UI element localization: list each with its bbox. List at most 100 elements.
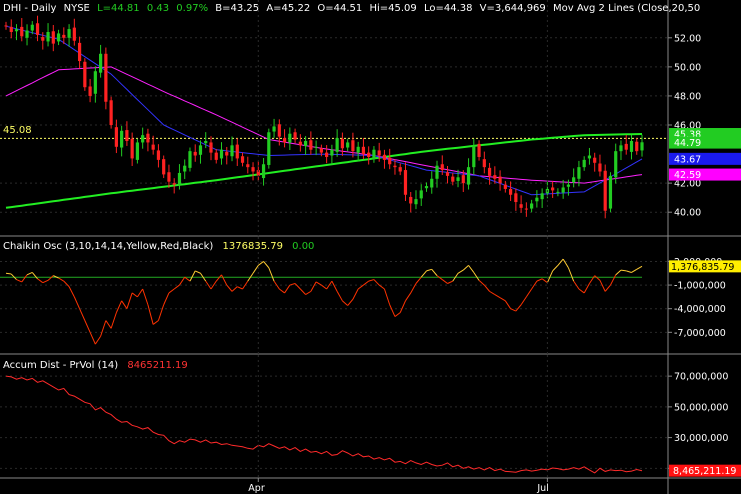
candle-down xyxy=(461,175,465,184)
candle-down xyxy=(603,170,607,211)
candle-down xyxy=(88,86,92,96)
volume-label: V=3,644,969 xyxy=(480,3,546,14)
price-change-pct: 0.97% xyxy=(176,3,208,14)
candle-down xyxy=(104,53,108,102)
candle-up xyxy=(608,175,613,209)
candle-up xyxy=(572,177,576,183)
candle-up xyxy=(587,155,592,159)
candle-up xyxy=(456,177,460,181)
candle-down xyxy=(240,156,245,163)
candle-up xyxy=(141,135,145,143)
candle-up xyxy=(267,132,271,165)
chaikin-tick-label: -4,000,000 xyxy=(674,304,726,315)
candle-down xyxy=(172,183,176,185)
month-label: Jul xyxy=(536,483,548,494)
candle-down xyxy=(20,26,24,37)
stock-chart: 52.0050.0048.0046.0042.0040.00 45.3844.7… xyxy=(0,0,741,494)
candle-up xyxy=(472,145,476,168)
candle-up xyxy=(314,146,318,148)
candle-up xyxy=(566,184,571,187)
chaikin-header: Chaikin Osc (3,10,14,14,Yellow,Red,Black… xyxy=(3,241,314,252)
chaikin-signal-value: 0.00 xyxy=(292,241,314,252)
candle-down xyxy=(277,124,281,137)
candle-up xyxy=(188,151,192,168)
candle-up xyxy=(30,24,34,31)
accum-value: 8465211.19 xyxy=(127,360,187,371)
candle-down xyxy=(388,157,392,165)
candle-down xyxy=(35,23,40,35)
candle-down xyxy=(77,42,82,62)
candle-up xyxy=(582,159,586,168)
candle-up xyxy=(530,203,534,209)
candle-up xyxy=(414,199,418,205)
candle-down xyxy=(524,208,528,210)
candle-down xyxy=(403,170,408,195)
candle-down xyxy=(487,167,492,176)
candle-down xyxy=(451,176,455,182)
candle-down xyxy=(146,133,150,143)
candle-up xyxy=(577,167,581,179)
candle-up xyxy=(435,165,439,179)
candle-up xyxy=(430,178,434,188)
candle-up xyxy=(561,187,565,193)
candle-up xyxy=(640,142,644,151)
candle-down xyxy=(209,142,213,153)
candle-up xyxy=(120,130,124,148)
candle-up xyxy=(346,142,350,148)
candle-down xyxy=(235,144,239,159)
candle-down xyxy=(156,150,161,160)
candle-down xyxy=(319,148,323,153)
candle-down xyxy=(340,138,344,149)
candle-up xyxy=(419,190,423,199)
high-price: Hi=45.09 xyxy=(369,3,416,14)
candle-down xyxy=(130,138,134,159)
candle-down xyxy=(635,141,639,152)
price-axis-tags: 45.3844.7943.6742.59 xyxy=(669,128,741,181)
candle-down xyxy=(225,151,229,156)
candle-down xyxy=(593,157,597,163)
chaikin-tick-label: -1,000,000 xyxy=(674,281,726,292)
study-label: Mov Avg 2 Lines (Close,20,50 xyxy=(553,3,700,14)
candle-up xyxy=(619,145,623,152)
price-line-label: 45.08 xyxy=(3,125,32,136)
candle-down xyxy=(214,152,218,160)
candle-down xyxy=(162,159,166,175)
candle-up xyxy=(183,165,187,172)
last-price: L=44.81 xyxy=(97,3,140,14)
candle-up xyxy=(614,151,618,178)
chaikin-value: 1376835.79 xyxy=(223,241,283,252)
candle-up xyxy=(204,140,208,144)
month-label: Apr xyxy=(248,483,265,494)
price-tick-label: 48.00 xyxy=(674,91,701,102)
price-tick-label: 52.00 xyxy=(674,33,701,44)
candle-down xyxy=(624,143,628,150)
candle-up xyxy=(14,29,19,32)
price-header: DHI - Daily NYSE L=44.81 0.43 0.97% B=43… xyxy=(3,3,700,14)
candle-down xyxy=(503,184,507,189)
accum-tick-label: 70,000,000 xyxy=(674,372,728,383)
candle-down xyxy=(193,151,197,156)
candle-up xyxy=(556,191,560,193)
candle-up xyxy=(335,138,339,152)
candle-up xyxy=(219,149,224,159)
candle-down xyxy=(251,167,255,172)
exchange-label: NYSE xyxy=(64,3,90,14)
chaikin-title: Chaikin Osc (3,10,14,14,Yellow,Red,Black… xyxy=(3,241,213,252)
candle-down xyxy=(514,193,518,203)
candle-down xyxy=(519,204,523,208)
accum-tick-label: 30,000,000 xyxy=(674,433,728,444)
accum-header: Accum Dist - PrVol (14) 8465211.19 xyxy=(3,360,188,371)
candle-up xyxy=(356,146,360,153)
candle-up xyxy=(535,197,539,202)
candle-down xyxy=(282,138,287,143)
candle-down xyxy=(309,140,313,150)
candle-up xyxy=(99,53,103,73)
candle-up xyxy=(261,164,266,179)
candle-down xyxy=(125,130,129,141)
candle-down xyxy=(114,127,118,147)
candle-down xyxy=(109,100,113,125)
candle-down xyxy=(477,143,481,157)
chaikin-tag-label: 1,376,835.79 xyxy=(671,262,734,273)
price-tag-label: 42.59 xyxy=(674,170,701,181)
candle-down xyxy=(377,150,381,156)
